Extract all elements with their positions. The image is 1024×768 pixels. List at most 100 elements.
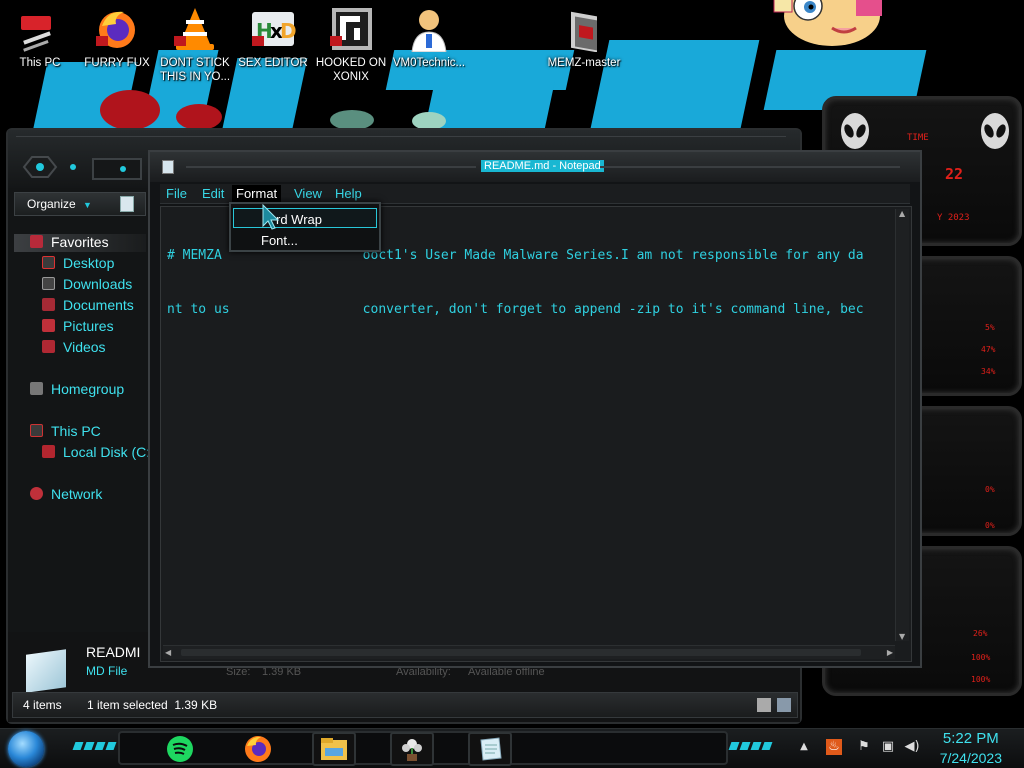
menu-format[interactable]: Format: [232, 185, 282, 203]
nav-label: Downloads: [63, 276, 133, 292]
network-off-icon[interactable]: ⚑: [856, 739, 872, 755]
tiles-view-icon[interactable]: [777, 698, 791, 712]
desktop-icon-label: HOOKED ON XONIX: [315, 57, 387, 83]
firefox-icon: [245, 736, 271, 762]
details-view-icon[interactable]: [757, 698, 771, 712]
nav-homegroup[interactable]: Homegroup: [30, 381, 124, 397]
gadget-network-value: 100%: [971, 653, 991, 662]
doctor-icon: [406, 6, 452, 53]
taskbar-deco: [72, 742, 117, 750]
desktop: This PC FURRY FUX DONT STICK THIS IN YO.…: [0, 0, 1024, 768]
scroll-right-icon[interactable]: ▶: [887, 648, 893, 657]
desktop-icon-vlc[interactable]: DONT STICK THIS IN YO...: [156, 4, 234, 84]
gadget-drive-value: 0%: [985, 521, 995, 530]
clock-date: 7/24/2023: [939, 750, 1002, 766]
nav-label: Favorites: [51, 234, 109, 250]
menu-file[interactable]: File: [162, 185, 191, 203]
monitor-icon[interactable]: ▣: [880, 739, 896, 755]
drive-icon: [42, 445, 55, 458]
back-forward-icon[interactable]: [20, 154, 60, 180]
nav-desktop[interactable]: Desktop: [42, 255, 114, 271]
alien-head-icon: [841, 113, 869, 149]
nav-label: Homegroup: [51, 381, 125, 397]
taskbar-plant-app[interactable]: [390, 732, 434, 766]
nav-videos[interactable]: Videos: [42, 339, 106, 355]
scroll-left-icon[interactable]: ◀: [165, 648, 171, 657]
file-icon: [26, 649, 66, 693]
start-button[interactable]: [8, 731, 44, 767]
nav-local-disk[interactable]: Local Disk (C:: [42, 444, 150, 460]
documents-icon: [42, 298, 55, 311]
scroll-down-icon[interactable]: ▼: [899, 632, 905, 641]
nav-downloads[interactable]: Downloads: [42, 276, 132, 292]
notepad-menu-bar: File Edit Format View Help: [160, 184, 910, 204]
nav-network[interactable]: Network: [30, 486, 102, 502]
details-file-type: MD File: [86, 664, 128, 678]
desktop-icon-xonix[interactable]: HOOKED ON XONIX: [312, 4, 390, 84]
view-pane-icon[interactable]: [120, 196, 134, 212]
fire-icon[interactable]: ♨: [826, 739, 842, 755]
menu-help[interactable]: Help: [331, 185, 366, 203]
taskbar-file-explorer[interactable]: [312, 732, 356, 766]
menu-item-label: Font...: [261, 233, 298, 248]
gadget-cpu-value: 5%: [985, 323, 995, 332]
taskbar-spotify[interactable]: [158, 732, 202, 766]
notepad-text-area[interactable]: # MEMZA ooct1's User Made Malware Series…: [160, 206, 912, 662]
downloads-icon: [42, 277, 55, 290]
nav-label: Desktop: [63, 255, 115, 271]
nav-label: Pictures: [63, 318, 114, 334]
nav-label: This PC: [51, 423, 101, 439]
gadget-network-value: 26%: [973, 629, 988, 638]
desktop-icon-vm0technic[interactable]: VM0Technic...: [390, 4, 468, 70]
horizontal-scroll-thumb[interactable]: [181, 649, 861, 656]
gadget-time-value: 22: [945, 165, 964, 183]
desktop-icon-furry-fux[interactable]: FURRY FUX: [78, 4, 156, 70]
nav-pictures[interactable]: Pictures: [42, 318, 114, 334]
volume-icon[interactable]: ◀): [904, 739, 920, 755]
desktop-icon-label: FURRY FUX: [84, 57, 150, 69]
folder-icon: [561, 6, 607, 53]
menu-item-word-wrap[interactable]: rd Wrap: [233, 208, 377, 228]
show-hidden-icon[interactable]: ▲: [796, 739, 812, 755]
nav-label: Videos: [63, 339, 106, 355]
notepad-title: README.md - Notepad: [481, 160, 604, 172]
horizontal-scrollbar[interactable]: ◀ ▶: [163, 645, 895, 659]
computer-icon: [30, 424, 43, 437]
desktop-icon-sex-editor[interactable]: H x D SEX EDITOR: [234, 4, 312, 70]
menu-item-label: rd Wrap: [276, 212, 322, 227]
taskbar-firefox[interactable]: [236, 732, 280, 766]
nav-label: Network: [51, 486, 103, 502]
alien-head-icon: [981, 113, 1009, 149]
details-file-name: READMI: [86, 644, 141, 660]
taskbar-clock[interactable]: 5:22 PM 7/24/2023: [940, 729, 1002, 767]
desktop-icon-this-pc[interactable]: This PC: [1, 4, 79, 70]
status-selection: 1 item selected 1.39 KB: [87, 698, 218, 712]
gadget-network-value: 100%: [971, 675, 991, 684]
mouse-cursor-icon: [262, 204, 280, 230]
address-bar[interactable]: [92, 158, 142, 180]
menu-item-font[interactable]: Font...: [233, 230, 377, 250]
notepad-text[interactable]: # MEMZA ooct1's User Made Malware Series…: [167, 211, 889, 631]
menu-view[interactable]: View: [290, 185, 326, 203]
star-icon: [30, 235, 43, 248]
vertical-scrollbar[interactable]: ▲ ▼: [895, 209, 909, 641]
text-line: nt to us converter, don't forget to appe…: [167, 302, 864, 317]
computer-icon: [17, 6, 63, 52]
videos-icon: [42, 340, 55, 353]
taskbar-deco: [728, 742, 773, 750]
nav-documents[interactable]: Documents: [42, 297, 134, 313]
scroll-up-icon[interactable]: ▲: [899, 209, 905, 218]
format-dropdown-menu: rd Wrap Font...: [229, 202, 381, 252]
taskbar-notepad[interactable]: [468, 732, 512, 766]
nav-favorites[interactable]: Favorites: [30, 234, 109, 250]
notepad-title-bar[interactable]: README.md - Notepad: [150, 152, 920, 182]
xonix-icon: [328, 6, 374, 52]
desktop-icon: [42, 256, 55, 269]
taskbar: ▲ ♨ ⚑ ▣ ◀) 5:22 PM 7/24/2023: [0, 728, 1024, 768]
pictures-icon: [42, 319, 55, 332]
firefox-icon: [94, 6, 140, 52]
nav-this-pc[interactable]: This PC: [30, 423, 101, 439]
menu-edit[interactable]: Edit: [198, 185, 228, 203]
desktop-icon-memz-master[interactable]: MEMZ-master: [545, 4, 623, 70]
desktop-icon-label: MEMZ-master: [547, 57, 621, 69]
